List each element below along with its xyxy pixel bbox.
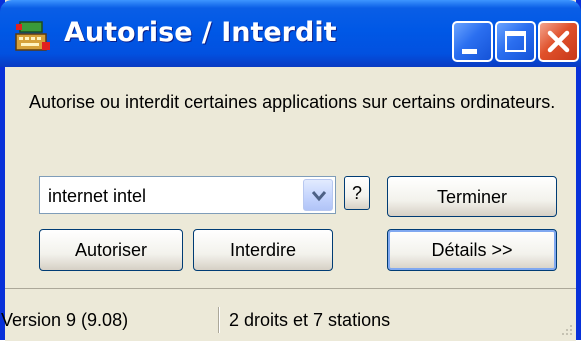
details-button[interactable]: Détails >> [387,229,557,271]
status-bar: Version 9 (9.08) 2 droits et 7 stations [1,288,576,341]
maximize-button[interactable] [495,21,536,62]
close-button[interactable] [538,21,579,62]
maximize-icon [505,31,526,52]
combo-value: internet intel [48,186,147,206]
app-window: Autorise / Interdit Autorise ou interdit… [0,0,581,341]
interdire-button[interactable]: Interdire [193,229,333,271]
window-title: Autorise / Interdit [64,17,337,48]
autoriser-button[interactable]: Autoriser [39,229,183,271]
chevron-down-icon [312,191,326,202]
close-icon [547,30,570,53]
title-bar[interactable]: Autorise / Interdit [0,0,581,67]
minimize-icon [462,49,477,54]
status-info: 2 droits et 7 stations [229,310,391,330]
resize-grip-icon[interactable] [558,321,574,337]
application-combo[interactable]: internet intel [39,176,336,214]
terminer-button[interactable]: Terminer [387,176,557,217]
help-button[interactable]: ? [344,176,370,210]
minimize-button[interactable] [452,21,493,62]
status-separator [218,307,219,333]
combo-dropdown-button[interactable] [303,179,333,211]
description-text: Autorise ou interdit certaines applicati… [29,92,556,112]
keyboard-app-icon [15,21,50,51]
status-version: Version 9 (9.08) [1,310,129,330]
